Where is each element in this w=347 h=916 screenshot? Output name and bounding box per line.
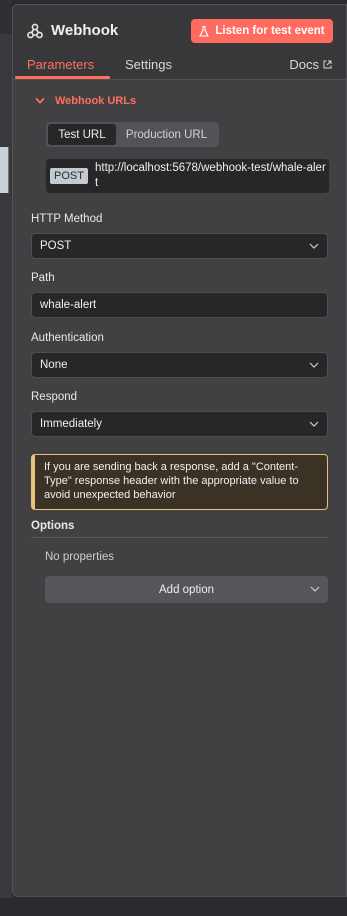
- listen-button-label: Listen for test event: [215, 25, 325, 37]
- canvas-backdrop: [0, 0, 12, 916]
- webhook-url-display[interactable]: POST http://localhost:5678/webhook-test/…: [46, 159, 329, 193]
- webhook-urls-toggle[interactable]: Webhook URLs: [35, 95, 136, 107]
- content-type-warning: If you are sending back a response, add …: [31, 454, 328, 510]
- chevron-down-icon: [309, 362, 319, 368]
- node-details-panel: Webhook Listen for test event Parameters…: [12, 4, 347, 897]
- docs-link[interactable]: Docs: [289, 57, 332, 72]
- add-option-label: Add option: [159, 583, 214, 596]
- chevron-down-icon: [310, 586, 320, 592]
- node-title-row: Webhook: [27, 22, 118, 39]
- panel-header: Webhook Listen for test event Parameters…: [13, 5, 346, 79]
- header-divider: [13, 79, 346, 80]
- authentication-label: Authentication: [31, 332, 104, 344]
- method-badge: POST: [50, 168, 88, 184]
- respond-value: Immediately: [40, 418, 102, 430]
- canvas-backdrop-bottom: [0, 898, 347, 916]
- authentication-select[interactable]: None: [31, 352, 328, 378]
- http-method-value: POST: [40, 240, 72, 252]
- node-title: Webhook: [51, 22, 119, 39]
- options-divider: [31, 537, 328, 538]
- path-value: whale-alert: [40, 299, 97, 311]
- respond-select[interactable]: Immediately: [31, 411, 328, 437]
- chevron-down-icon: [309, 421, 319, 427]
- add-option-button[interactable]: Add option: [45, 576, 328, 603]
- webhook-urls-heading: Webhook URLs: [55, 95, 137, 107]
- test-url-tab[interactable]: Test URL: [48, 124, 116, 145]
- no-properties-text: No properties: [45, 551, 115, 563]
- external-link-icon: [323, 60, 332, 69]
- chevron-down-icon: [35, 97, 45, 104]
- production-url-tab[interactable]: Production URL: [116, 124, 217, 145]
- chevron-down-icon: [309, 243, 319, 249]
- respond-label: Respond: [31, 391, 78, 403]
- panel-tabs: Parameters Settings Docs: [13, 55, 346, 79]
- docs-label: Docs: [289, 57, 319, 72]
- webhook-url: http://localhost:5678/webhook-test/whale…: [95, 162, 326, 189]
- path-input[interactable]: whale-alert: [31, 292, 328, 318]
- http-method-label: HTTP Method: [31, 213, 103, 225]
- tab-parameters[interactable]: Parameters: [27, 57, 94, 72]
- tab-settings[interactable]: Settings: [125, 57, 172, 72]
- url-type-switch: Test URL Production URL: [46, 122, 219, 147]
- path-label: Path: [31, 272, 55, 284]
- authentication-value: None: [40, 359, 68, 371]
- webhook-icon: [27, 23, 43, 38]
- listen-for-test-event-button[interactable]: Listen for test event: [191, 19, 333, 43]
- flask-icon: [199, 25, 210, 37]
- options-label: Options: [31, 520, 75, 532]
- http-method-select[interactable]: POST: [31, 233, 328, 259]
